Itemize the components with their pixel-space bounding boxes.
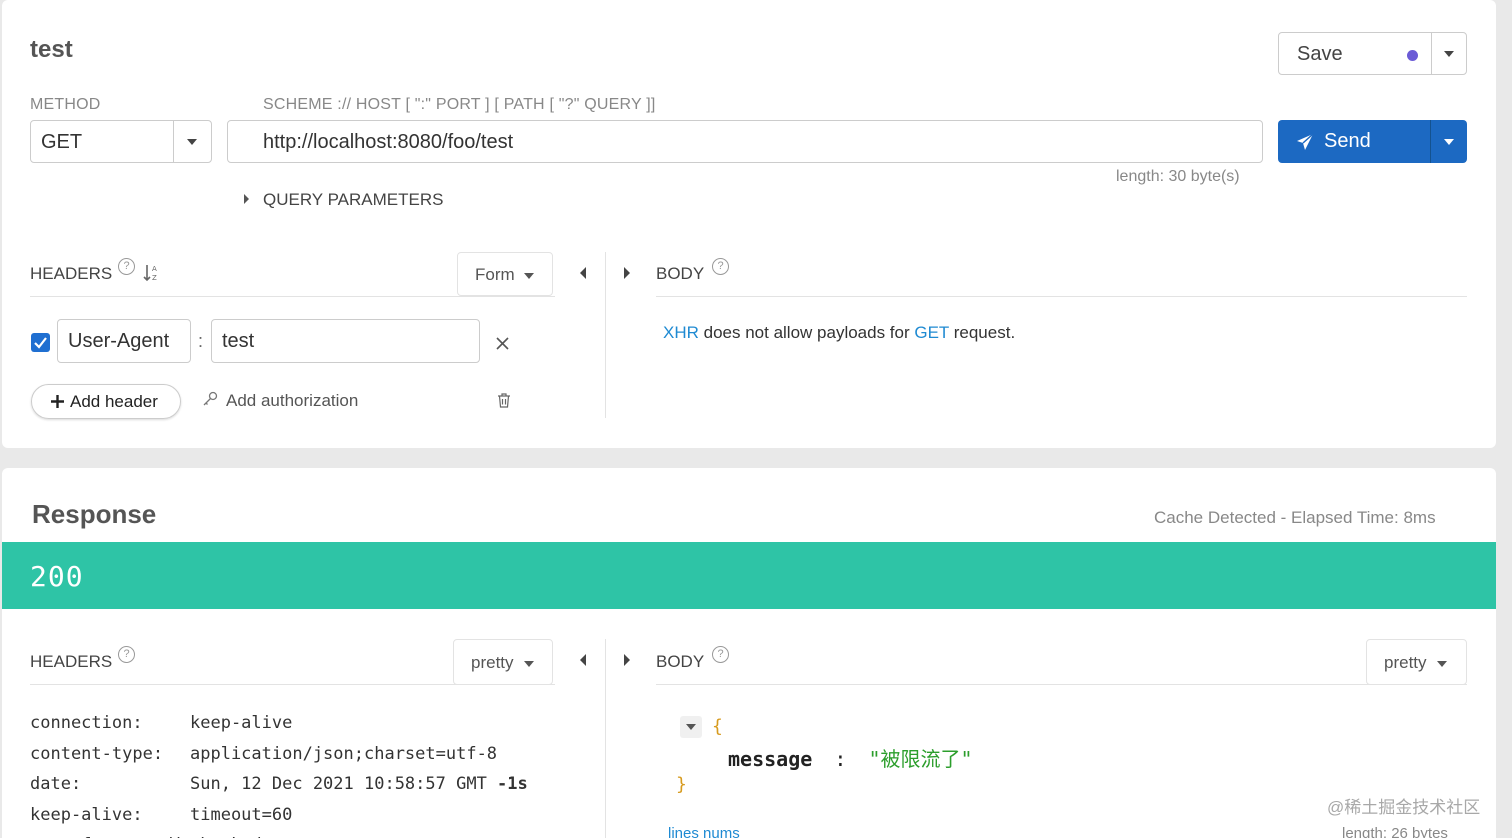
status-code: 200	[30, 560, 84, 593]
headers-mode-select[interactable]: Form	[457, 252, 553, 296]
header-row: connection: keep-alive	[30, 713, 293, 733]
send-options-dropdown[interactable]	[1431, 120, 1467, 163]
chevron-down-icon	[1444, 139, 1454, 145]
save-options-dropdown[interactable]	[1432, 33, 1467, 74]
collapse-left-icon[interactable]	[580, 267, 586, 279]
help-icon[interactable]: ?	[118, 258, 135, 275]
watermark: @稀土掘金技术社区	[1327, 798, 1481, 817]
json-property: message : "被限流了"	[728, 743, 973, 772]
get-link[interactable]: GET	[914, 323, 949, 342]
status-bar: 200	[2, 542, 1496, 609]
url-input[interactable]: http://localhost:8080/foo/test	[227, 120, 1263, 163]
body-label: BODY	[656, 264, 705, 283]
header-row: date: Sun, 12 Dec 2021 10:58:57 GMT -1s	[30, 774, 528, 794]
check-icon	[34, 337, 47, 349]
save-label: Save	[1297, 43, 1343, 65]
send-button[interactable]: Send	[1278, 120, 1430, 163]
svg-text:Z: Z	[152, 274, 157, 282]
header-value-input[interactable]: test	[211, 319, 480, 363]
response-title: Response	[32, 499, 157, 529]
json-close-brace: }	[676, 774, 687, 795]
save-button-group: Save	[1278, 32, 1467, 75]
response-panel: Response Cache Detected - Elapsed Time: …	[2, 468, 1496, 838]
header-value-value: test	[222, 330, 255, 352]
cache-info: Cache Detected - Elapsed Time: 8ms	[1154, 508, 1436, 527]
chevron-down-icon	[524, 273, 534, 279]
body-length: length: 26 bytes	[1342, 825, 1448, 838]
chevron-down-icon	[1437, 661, 1447, 667]
chevron-down-icon	[524, 661, 534, 667]
url-length: length: 30 byte(s)	[1116, 168, 1240, 185]
expand-right-icon[interactable]	[624, 267, 630, 279]
header-key-input[interactable]: User-Agent	[57, 319, 191, 363]
json-collapse-toggle[interactable]	[680, 716, 702, 738]
response-body-label: BODY	[656, 652, 705, 671]
xhr-link[interactable]: XHR	[663, 323, 699, 342]
response-headers-label: HEADERS	[30, 652, 113, 671]
method-value: GET	[41, 131, 83, 153]
response-body-mode-value: pretty	[1384, 653, 1427, 672]
expand-right-icon[interactable]	[624, 654, 630, 666]
header-row: content-type: application/json;charset=ut…	[30, 743, 498, 764]
chevron-down-icon	[1444, 51, 1454, 57]
method-select[interactable]: GET	[30, 120, 212, 163]
method-label: METHOD	[30, 96, 101, 113]
key-icon	[203, 391, 218, 406]
paper-plane-icon	[1297, 133, 1314, 150]
header-row: keep-alive: timeout=60	[30, 804, 293, 825]
headers-label: HEADERS	[30, 264, 113, 283]
help-icon[interactable]: ?	[712, 258, 729, 275]
collapse-left-icon[interactable]	[580, 654, 586, 666]
caret-right-icon	[244, 194, 249, 204]
chevron-down-icon	[686, 724, 696, 730]
trash-icon[interactable]	[497, 393, 511, 408]
body-message: XHR does not allow payloads for GET requ…	[663, 323, 1016, 342]
url-value: http://localhost:8080/foo/test	[263, 131, 514, 153]
send-label: Send	[1324, 130, 1371, 152]
add-authorization-label: Add authorization	[226, 391, 359, 410]
add-header-label: Add header	[70, 392, 158, 411]
request-title: test	[30, 36, 73, 63]
header-enabled-checkbox[interactable]	[31, 333, 50, 352]
json-key: message	[728, 747, 813, 771]
url-format-label: SCHEME :// HOST [ ":" PORT ] [ PATH [ "?…	[263, 96, 656, 113]
header-key-value: User-Agent	[68, 330, 170, 352]
close-icon[interactable]	[496, 337, 509, 350]
plus-icon	[51, 395, 64, 408]
add-header-button[interactable]: Add header	[31, 384, 181, 419]
query-parameters-label: QUERY PARAMETERS	[263, 190, 444, 209]
svg-text:A: A	[152, 265, 157, 273]
unsaved-dot-icon	[1407, 50, 1418, 61]
save-button[interactable]: Save	[1279, 33, 1431, 74]
help-icon[interactable]: ?	[712, 646, 729, 663]
help-icon[interactable]: ?	[118, 646, 135, 663]
response-headers-mode-select[interactable]: pretty	[453, 639, 553, 685]
headers-mode-value: Form	[475, 265, 515, 284]
chevron-down-icon	[187, 139, 197, 145]
header-separator: :	[198, 331, 204, 351]
response-headers-list: connection: keep-alive content-type: appli…	[30, 708, 528, 838]
lines-nums-toggle[interactable]: lines nums	[668, 825, 740, 838]
sort-alpha-icon[interactable]: A Z	[142, 263, 162, 283]
json-open-brace: {	[712, 716, 723, 737]
json-colon: :	[834, 747, 847, 771]
request-panel: test Save METHOD GET SCHEME :// HOST [ "…	[2, 0, 1496, 448]
send-button-group: Send	[1278, 120, 1467, 163]
header-row: transfer-encoding:chunked	[30, 830, 528, 838]
response-body-mode-select[interactable]: pretty	[1366, 639, 1467, 685]
json-string-value: "被限流了"	[868, 747, 973, 771]
response-headers-mode-value: pretty	[471, 653, 514, 672]
